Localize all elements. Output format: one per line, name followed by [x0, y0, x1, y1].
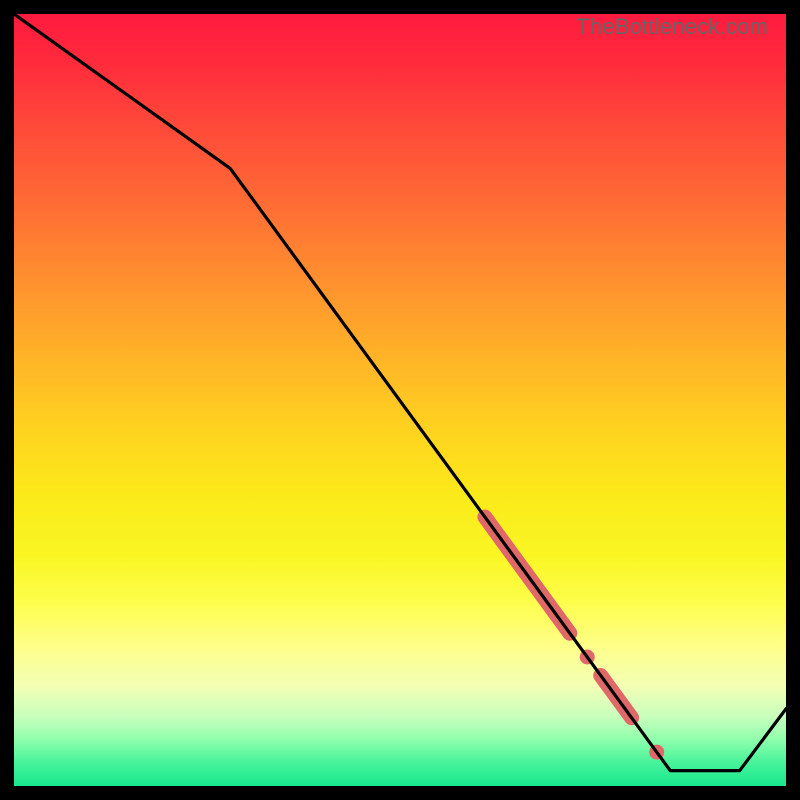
watermark-text: TheBottleneck.com — [576, 14, 768, 40]
data-line — [14, 14, 786, 771]
plot-area: TheBottleneck.com — [14, 14, 786, 786]
chart-svg — [14, 14, 786, 786]
chart-frame: TheBottleneck.com — [0, 0, 800, 800]
